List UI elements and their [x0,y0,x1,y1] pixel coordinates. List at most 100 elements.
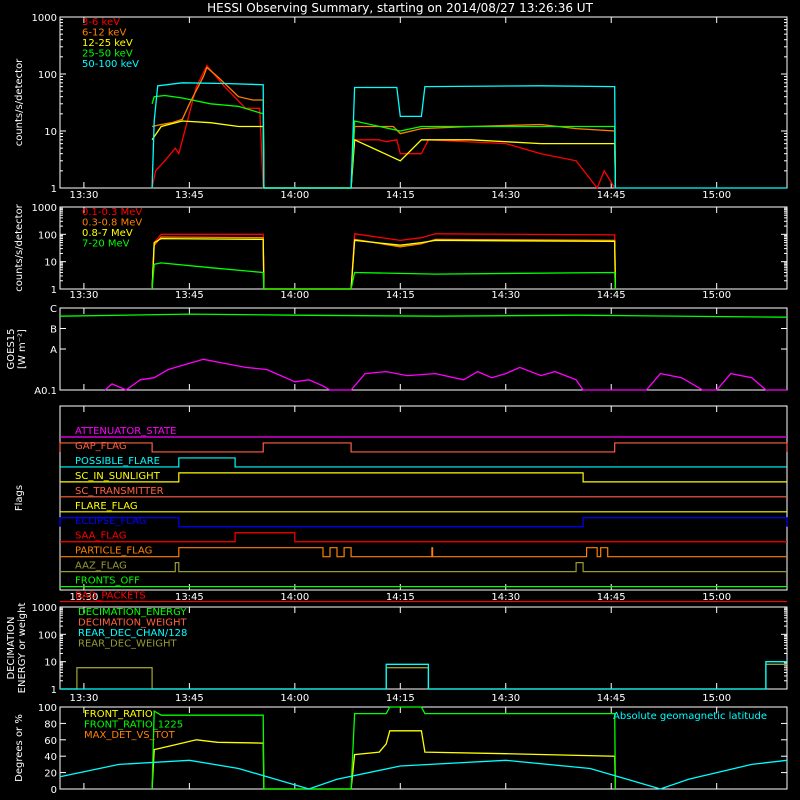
panel-highe [59,206,788,290]
series-line-front-ratio-1225 [151,706,617,790]
legend-entry: DECIMATION_ENERGY [78,607,187,618]
series-line-7-20-mev [151,262,617,290]
y-tick-label: 0 [51,785,57,796]
legend-entry: FRONT_RATIO_1225 [84,720,183,731]
y-tick-label: 10 [44,658,57,669]
y-axis-label: counts/s/detector [14,58,25,146]
x-tick-label: 15:00 [702,190,731,201]
panel-frame [59,307,788,391]
flag-label: POSSIBLE_FLARE [75,456,160,467]
legend-entry: 0.1-0.3 MeV [82,207,142,218]
legend-entry: REAR_DEC_CHAN/128 [78,628,187,639]
y-tick-label: 1 [51,184,57,195]
y-tick-label: 80 [44,719,57,730]
x-tick-label: 15:00 [702,693,731,704]
legend-entry: REAR_DEC_WEIGHT [78,639,177,650]
y-axis-label: counts/s/detector [14,203,25,291]
y-tick-label: 100 [38,70,57,81]
x-tick-label: 13:45 [175,290,204,301]
y-tick-label: 100 [38,703,57,714]
plot-canvas: HESSI Observing Summary, starting on 201… [6,1,788,796]
flag-label: FLARE_FLAG [75,501,138,512]
x-tick-label: 14:45 [597,290,626,301]
y-axis-label: Flags [14,485,25,511]
flag-label: AAZ_FLAG [75,561,127,572]
legend-entry: 6-12 keV [82,28,126,39]
x-tick-label: 15:00 [702,592,731,603]
flag-trace-gap-flag [59,442,788,453]
x-tick-label: 14:30 [491,592,520,603]
x-tick-label: 14:00 [280,290,309,301]
x-tick-label: 14:00 [280,190,309,201]
flag-trace-aaz-flag [60,562,787,573]
x-tick-label: 13:30 [69,190,98,201]
x-tick-label: 14:15 [386,693,415,704]
y-tick-label: 1 [51,685,57,696]
legend-entry: DECIMATION_WEIGHT [78,618,187,629]
series-line-0-8-7-mev [151,237,617,290]
legend-entry: 12-25 keV [82,38,133,49]
flag-label: FRONTS_OFF [75,576,140,587]
y-axis-label-2: ENERGY or weight [17,603,28,694]
y-tick-label: 1000 [32,203,57,214]
x-tick-label: 14:15 [386,592,415,603]
panel-frame [59,206,788,290]
plot-title: HESSI Observing Summary, starting on 201… [207,1,593,15]
y-tick-label: 1 [51,285,57,296]
flag-label: GAP_FLAG [75,441,127,452]
y-tick-label: B [50,325,57,336]
legend-entry: 0.8-7 MeV [82,228,133,239]
x-tick-label: 14:30 [491,190,520,201]
x-tick-label: 14:15 [386,290,415,301]
x-tick-label: 14:00 [280,693,309,704]
x-tick-label: 14:45 [597,190,626,201]
x-tick-label: 14:15 [386,190,415,201]
flag-trace-particle-flag [60,547,787,558]
y-tick-label: 10 [44,127,57,138]
y-axis-label: DECIMATION [6,616,17,679]
flag-trace-eclipse-flag [59,517,788,528]
y-tick-label: 1000 [32,13,57,24]
flag-label: SC_TRANSMITTER [75,486,164,497]
hessi-summary-plot: HESSI Observing Summary, starting on 201… [0,0,800,800]
y-tick-label: 1000 [32,603,57,614]
y-tick-label: 40 [44,752,57,763]
series-line-rear-dec-weight [60,663,787,690]
x-tick-label: 14:00 [280,592,309,603]
flag-trace-sc-in-sunlight [60,472,787,483]
legend-entry: 25-50 keV [82,49,133,60]
series-line-front-ratio [151,730,617,790]
x-tick-label: 13:30 [69,290,98,301]
annotation-label: Absolute geomagnetic latitude [613,711,767,722]
x-tick-label: 13:30 [69,693,98,704]
x-tick-label: 14:45 [597,592,626,603]
y-tick-label: 100 [38,630,57,641]
flag-label: SC_IN_SUNLIGHT [75,471,161,482]
x-tick-label: 15:00 [702,290,731,301]
y-tick-label: 10 [44,258,57,269]
x-tick-label: 13:45 [175,693,204,704]
panel-goes [59,307,788,391]
legend-entry: 3-6 keV [82,17,120,28]
y-axis-label: Degrees or % [14,714,25,782]
series-line-0-3-0-8-mev [151,236,617,290]
legend-entry: FRONT_RATIO [84,709,153,720]
y-tick-label: 60 [44,736,57,747]
series-line-absolute-geomagnetic-latitude [59,759,788,790]
x-tick-label: 14:45 [597,693,626,704]
x-tick-label: 14:30 [491,693,520,704]
flag-label: ATTENUATOR_STATE [75,426,176,437]
y-axis-label: GOES15 [6,328,17,369]
x-tick-label: 13:45 [175,592,204,603]
flag-label: BAD_PACKETS [75,591,146,602]
series-line-25-50-kev [151,94,617,189]
y-tick-label: A [50,345,57,356]
legend-entry: MAX_DET_VS_TOT [84,730,176,741]
flag-label: ECLIPSE_FLAG [75,516,146,527]
y-axis-label-2: [W m⁻²] [17,329,28,369]
series-line-0-1-0-3-mev [151,233,617,290]
legend-entry: 50-100 keV [82,59,139,70]
series-line-rear-dec-chan-128 [60,661,787,690]
x-tick-label: 13:45 [175,190,204,201]
legend-entry: 0.3-0.8 MeV [82,218,142,229]
